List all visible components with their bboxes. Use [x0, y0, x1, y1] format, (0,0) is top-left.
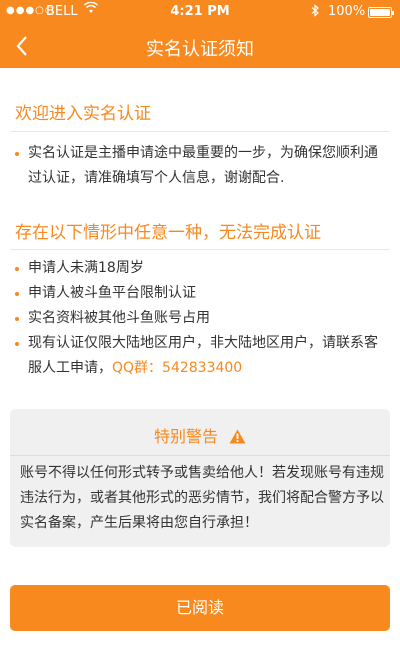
welcome-heading: 欢迎进入实名认证 — [15, 104, 151, 124]
bluetooth-icon — [311, 4, 320, 20]
navigation-bar: 实名认证须知 — [0, 24, 400, 68]
list-item: 申请人未满18周岁 — [14, 256, 390, 281]
warning-heading: 特别警告 — [153, 427, 218, 446]
warning-body: 账号不得以任何形式转予或售卖给他人！若发现账号有违规违法行为，或者其他形式的恶劣… — [20, 465, 384, 531]
list-item: 实名认证是主播申请途中最重要的一步，为确保您顺利通过认证，请准确填写个人信息，谢… — [14, 141, 390, 191]
conditions-heading: 存在以下情形中任意一种，无法完成认证 — [15, 223, 321, 243]
status-bar: ●●●○○ BELL 4:21 PM 100% — [0, 0, 400, 24]
divider — [10, 249, 390, 250]
divider — [10, 131, 390, 132]
qq-group-link[interactable]: QQ群：542833400 — [112, 360, 242, 376]
list-item: 实名资料被其他斗鱼账号占用 — [14, 306, 390, 331]
warning-box: 特别警告 账号不得以任何形式转予或售卖给他人！若发现账号有违规违法行为，或者其他… — [10, 409, 390, 547]
battery-icon — [368, 7, 394, 18]
warning-heading-row: 特别警告 — [10, 423, 390, 447]
page-title: 实名认证须知 — [146, 39, 254, 60]
welcome-list: 实名认证是主播申请途中最重要的一步，为确保您顺利通过认证，请准确填写个人信息，谢… — [14, 141, 390, 191]
conditions-list: 申请人未满18周岁 申请人被斗鱼平台限制认证 实名资料被其他斗鱼账号占用 现有认… — [14, 256, 390, 381]
divider — [10, 455, 390, 456]
battery-percentage: 100% — [328, 4, 366, 19]
list-item: 现有认证仅限大陆地区用户，非大陆地区用户，请联系客服人工申请，QQ群：54283… — [14, 331, 390, 381]
list-item: 申请人被斗鱼平台限制认证 — [14, 281, 390, 306]
warning-triangle-icon — [229, 429, 246, 444]
read-button[interactable]: 已阅读 — [10, 585, 390, 631]
